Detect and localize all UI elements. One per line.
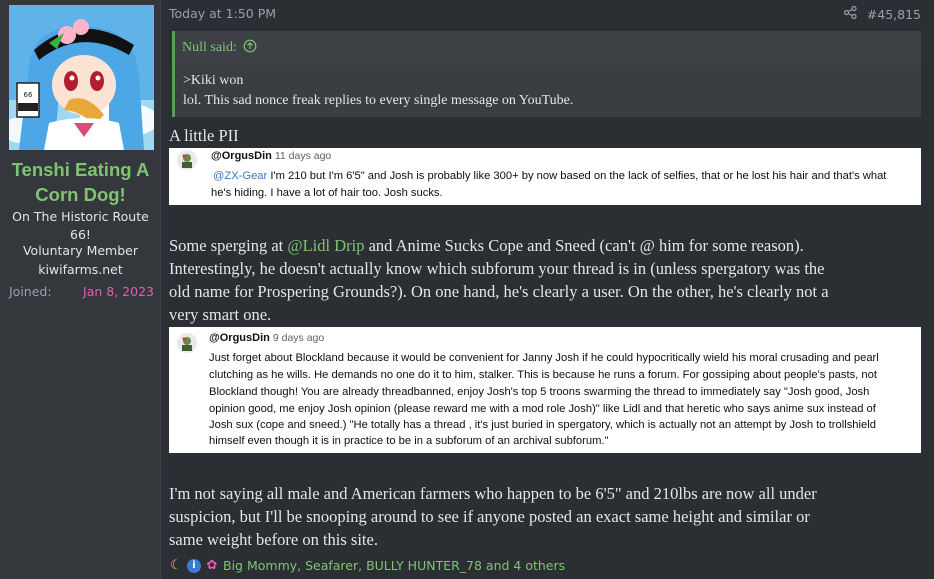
reactions-bar[interactable]: ☾ i ✿ Big Mommy, Seafarer, BULLY HUNTER_… — [169, 558, 565, 573]
comment-line: Just forget about Blockland because it w… — [209, 352, 879, 364]
tenshi-avatar-image[interactable]: 66 — [9, 5, 154, 150]
comment-mention: @ZX-Gear — [213, 170, 268, 182]
user-info-panel: 66 Tenshi Eating A Corn Dog! On The Hist… — [0, 0, 161, 579]
quote-header[interactable]: Null said: — [175, 31, 921, 65]
share-icon[interactable] — [843, 5, 857, 22]
arrow-up-circle-icon[interactable] — [243, 39, 257, 58]
paragraph-line: suspicion, but I'll be snooping around t… — [169, 507, 810, 526]
paragraph-text: Some sperging at — [169, 236, 288, 255]
paragraph-line: Interestingly, he doesn't actually know … — [169, 259, 825, 278]
paragraph-text: and Anime Sucks Cope and Sneed (can't @ … — [364, 236, 804, 255]
svg-text:66: 66 — [24, 91, 33, 99]
user-mention-link[interactable]: @Lidl Drip — [287, 236, 364, 255]
post-timestamp[interactable]: Today at 1:50 PM — [169, 6, 276, 21]
post-meta-actions: #45,815 — [843, 5, 921, 22]
handle-text: @OrgusDin — [211, 150, 272, 162]
username[interactable]: Tenshi Eating A Corn Dog! — [4, 157, 157, 207]
embedded-comment-image[interactable]: @OrgusDin 9 days ago Just forget about Bl… — [169, 327, 921, 453]
comment-line: himself even though it is in practice to… — [209, 435, 609, 447]
comment-age: 9 days ago — [272, 332, 325, 344]
quote-author[interactable]: Null said: — [182, 40, 237, 56]
info-icon: i — [187, 558, 201, 573]
user-site: kiwifarms.net — [38, 262, 123, 277]
embedded-comment-image[interactable]: @OrgusDin 11 days ago @ZX-Gear I'm 210 bu… — [169, 148, 921, 205]
commenter-avatar — [177, 333, 197, 353]
user-role: Voluntary Member — [22, 243, 139, 258]
comment-line: opinion good, me enjoy Josh opinion (ple… — [209, 403, 876, 415]
quote-line: >Kiki won — [183, 73, 244, 88]
comment-handle: @OrgusDin 11 days ago — [211, 150, 331, 162]
comment-line: Blockland though! You are already thread… — [209, 386, 870, 398]
comment-line: he's hiding. I have a lot of hair too. J… — [211, 187, 443, 199]
quote-line: lol. This sad nonce freak replies to eve… — [183, 93, 574, 108]
joined-date: Jan 8, 2023 — [83, 284, 154, 299]
paragraph: A little PII — [169, 126, 239, 145]
comment-handle: @OrgusDin 9 days ago — [209, 332, 324, 344]
paragraph-line: old name for Prospering Grounds?). On on… — [169, 282, 829, 301]
commenter-avatar — [177, 150, 197, 170]
post-body: Today at 1:50 PM #45,815 Null said: >Kik… — [161, 0, 934, 579]
post-number[interactable]: #45,815 — [867, 7, 921, 22]
comment-text: I'm 210 but I'm 6'5" and Josh is probabl… — [267, 170, 887, 182]
paragraph-line: I'm not saying all male and American far… — [169, 484, 817, 503]
paragraph-line: very smart one. — [169, 305, 272, 324]
comment-line: @ZX-Gear I'm 210 but I'm 6'5" and Josh i… — [213, 168, 886, 185]
handle-text: @OrgusDin — [209, 332, 270, 344]
moon-icon: ☾ — [170, 557, 182, 573]
paragraph-line: same weight before on this site. — [169, 530, 378, 549]
quote-block: Null said: >Kiki won lol. This sad nonce… — [172, 31, 921, 117]
quote-content: >Kiki won lol. This sad nonce freak repl… — [183, 71, 573, 111]
user-title: On The Historic Route 66! — [12, 209, 149, 242]
paragraph: Some sperging at @Lidl Drip and Anime Su… — [169, 234, 804, 257]
joined-row: Joined: Jan 8, 2023 — [9, 284, 154, 299]
comment-line: Josh sux (cope and sneed.) "He totally h… — [209, 419, 876, 431]
joined-label: Joined: — [9, 284, 52, 299]
flower-icon: ✿ — [206, 557, 218, 573]
comment-line: clutching as he wills. He demands no one… — [209, 369, 877, 381]
reactions-users[interactable]: Big Mommy, Seafarer, BULLY HUNTER_78 and… — [223, 558, 565, 573]
comment-age: 11 days ago — [274, 150, 332, 162]
